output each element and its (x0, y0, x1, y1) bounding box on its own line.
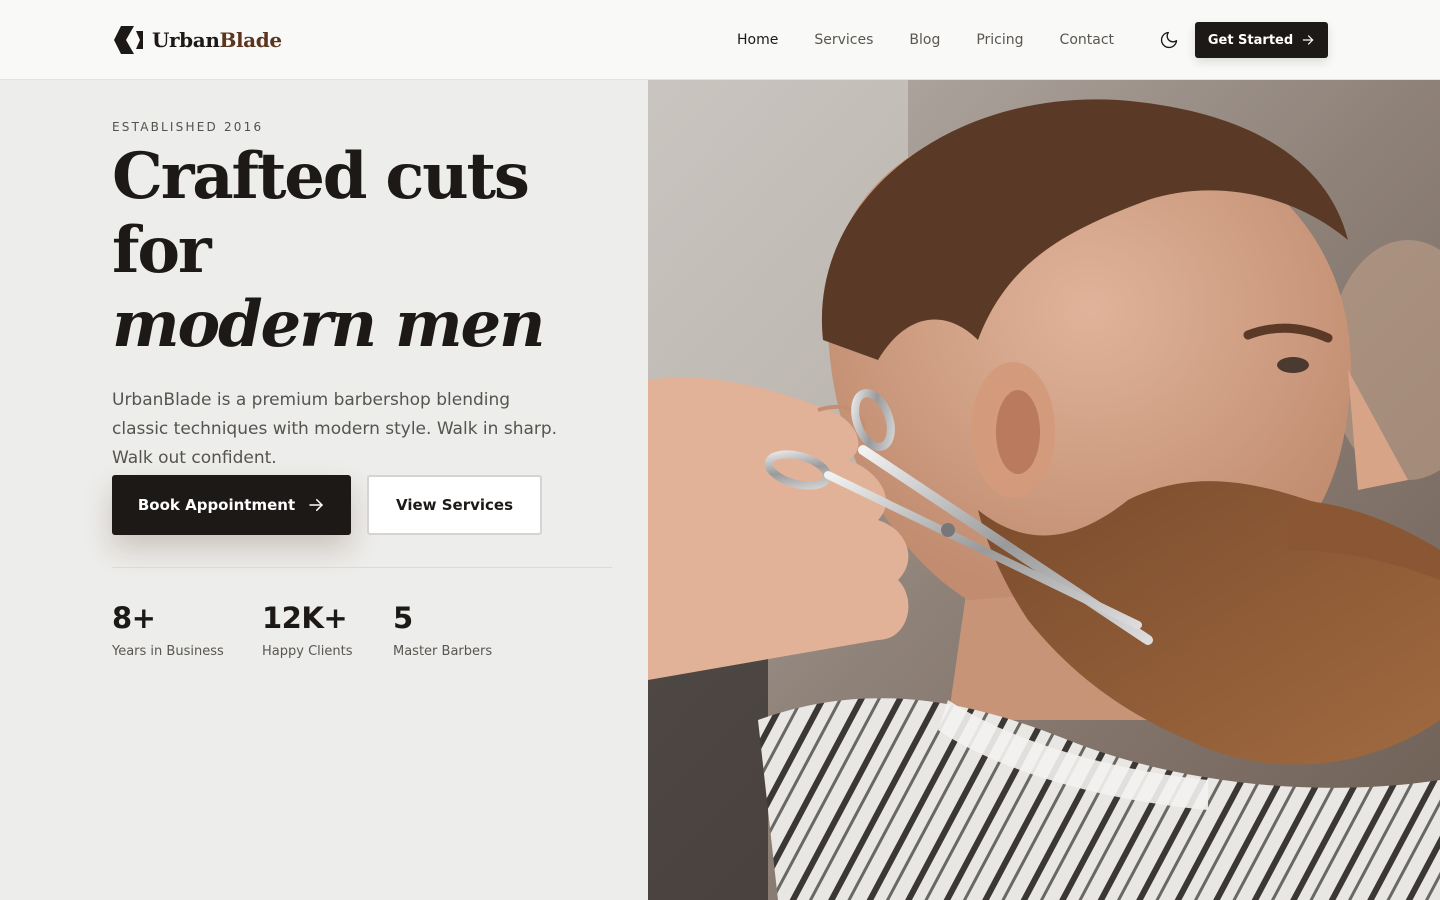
stat-clients: 12K+ Happy Clients (262, 600, 352, 659)
main-nav: Home Services Blog Pricing Contact (737, 31, 1114, 49)
hero-title: Crafted cuts for modern men (112, 139, 546, 362)
stat-value: 8+ (112, 601, 156, 635)
barber-photo-illustration (648, 80, 1440, 900)
hero-title-line-2: for (112, 213, 212, 288)
get-started-label: Get Started (1207, 32, 1294, 48)
stat-barbers: 5 Master Barbers (393, 600, 492, 659)
hero-title-line-3: modern men (112, 287, 546, 362)
nav-item-home[interactable]: Home (737, 31, 778, 49)
nav-item-pricing[interactable]: Pricing (976, 31, 1023, 49)
arrow-right-icon (1302, 35, 1314, 45)
nav-item-blog[interactable]: Blog (909, 31, 940, 49)
hero-image (648, 80, 1440, 900)
brand-name: UrbanBlade (152, 28, 282, 52)
nav-item-contact[interactable]: Contact (1060, 31, 1114, 49)
view-services-button[interactable]: View Services (367, 475, 542, 535)
stats-divider (112, 567, 612, 568)
moon-icon (1160, 31, 1178, 49)
theme-toggle-button[interactable] (1158, 29, 1180, 51)
stat-years: 8+ Years in Business (112, 600, 224, 659)
get-started-button[interactable]: Get Started (1195, 22, 1328, 58)
hero-eyebrow: ESTABLISHED 2016 (112, 120, 264, 134)
site-header: UrbanBlade Home Services Blog Pricing Co… (0, 0, 1440, 80)
hero-title-line-1: Crafted cuts (112, 139, 530, 214)
nav-item-services[interactable]: Services (814, 31, 873, 49)
urbanblade-logo-icon (114, 26, 143, 54)
book-appointment-button[interactable]: Book Appointment (112, 475, 351, 535)
stat-label: Master Barbers (393, 644, 493, 659)
stat-value: 12K+ (262, 601, 348, 635)
stat-value: 5 (393, 601, 413, 635)
arrow-right-icon (309, 499, 323, 511)
brand-logo[interactable]: UrbanBlade (112, 24, 282, 56)
hero-description: UrbanBlade is a premium barbershop blend… (112, 390, 558, 468)
view-services-label: View Services (395, 496, 514, 514)
stat-label: Years in Business (112, 644, 224, 659)
stat-label: Happy Clients (262, 644, 353, 659)
book-appointment-label: Book Appointment (137, 496, 296, 514)
